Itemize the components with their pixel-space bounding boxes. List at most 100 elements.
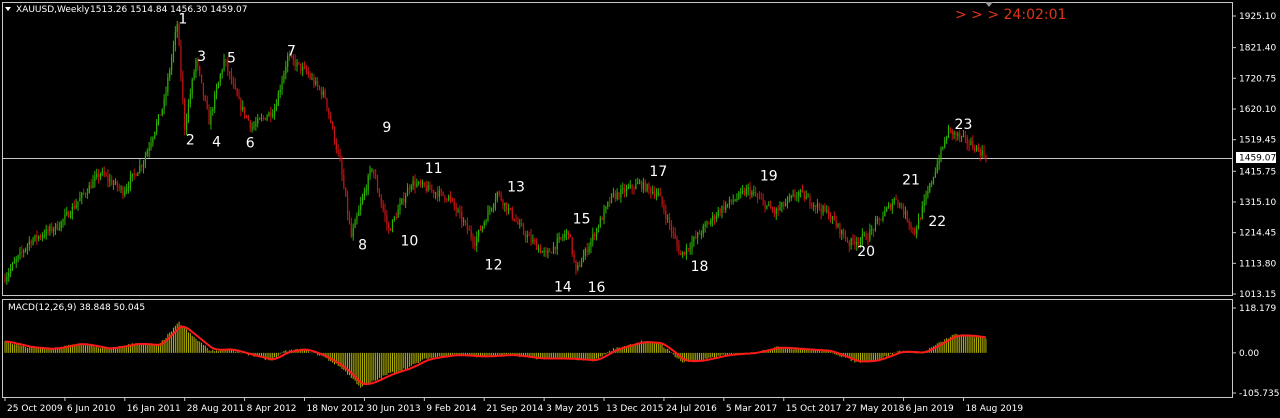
- current-price-label: 1459.07: [1239, 154, 1276, 164]
- candle-body: [635, 183, 637, 189]
- candle-body: [899, 203, 901, 205]
- candle-body: [839, 223, 841, 235]
- macd-bar: [661, 344, 663, 353]
- candle-body: [554, 246, 556, 250]
- time-tick-label: 6 Jan 2019: [906, 404, 954, 414]
- candle-body: [912, 227, 914, 229]
- macd-bar: [11, 344, 13, 353]
- candle-body: [101, 171, 103, 174]
- candle-body: [429, 184, 431, 190]
- candle-body: [96, 173, 98, 177]
- macd-bar: [139, 344, 141, 353]
- candle-body: [245, 115, 248, 117]
- candle-body: [833, 216, 835, 221]
- candle-body: [260, 117, 263, 119]
- bar-timer: > > > 24:02:01: [955, 7, 1066, 23]
- candle-body: [466, 222, 468, 230]
- time-tick-label: 28 Aug 2011: [187, 404, 245, 414]
- candle-body: [6, 276, 8, 282]
- candle-body: [758, 197, 761, 199]
- candle-body: [232, 81, 234, 84]
- candle-body: [506, 202, 508, 211]
- candle-body: [566, 231, 568, 235]
- candle-body: [348, 214, 351, 223]
- candle-body: [947, 127, 950, 138]
- candle-body: [210, 110, 212, 125]
- candle-body: [873, 229, 875, 231]
- candle-body: [483, 222, 485, 227]
- candle-body: [717, 210, 719, 216]
- candle-body: [361, 197, 364, 204]
- candle-body: [590, 240, 592, 247]
- candle-body: [386, 215, 388, 225]
- candle-body: [474, 242, 476, 246]
- candle-body: [421, 182, 424, 185]
- macd-bar: [730, 352, 732, 355]
- candle-body: [56, 223, 59, 230]
- candle-body: [412, 180, 414, 186]
- candle-body: [496, 192, 498, 200]
- chart-window[interactable]: 1234567891011121314151617181920212223 19…: [0, 0, 1280, 418]
- candle-body: [556, 239, 558, 250]
- candle-body: [150, 142, 152, 148]
- candle-body: [522, 225, 525, 234]
- macd-bar: [597, 352, 599, 359]
- candle-body: [242, 106, 244, 111]
- candle-body: [313, 78, 315, 85]
- candle-body: [455, 206, 457, 211]
- macd-bar: [365, 352, 367, 385]
- candle-body: [940, 148, 942, 162]
- candle-body: [843, 229, 845, 236]
- macd-bar: [425, 352, 427, 359]
- candle-body: [977, 146, 980, 150]
- price-tick-label: 1214.45: [1239, 229, 1276, 239]
- candle-body: [135, 173, 137, 176]
- candle-body: [783, 202, 785, 207]
- time-tick-label: 5 Mar 2017: [726, 404, 777, 414]
- candle-body: [657, 192, 659, 195]
- candle-body: [369, 169, 371, 176]
- macd-bar: [330, 352, 332, 362]
- macd-bar: [891, 352, 893, 355]
- candle-body: [161, 108, 163, 116]
- candle-body: [120, 187, 122, 189]
- macd-bar: [985, 338, 987, 353]
- candle-body: [663, 204, 665, 211]
- candle-body: [921, 206, 923, 219]
- candle-body: [163, 99, 165, 109]
- candle-body: [346, 196, 349, 215]
- macd-bar: [43, 348, 45, 353]
- candle-body: [530, 235, 532, 242]
- candle-body: [537, 247, 540, 250]
- macd-bar: [399, 352, 401, 371]
- candle-body: [423, 182, 425, 187]
- candle-body: [569, 235, 571, 238]
- candle-body: [828, 210, 830, 219]
- candle-body: [408, 188, 410, 190]
- candle-body: [676, 238, 678, 245]
- candle-body: [165, 92, 167, 100]
- candle-body: [189, 94, 191, 104]
- macd-bar: [275, 352, 277, 358]
- macd-bar: [141, 343, 143, 353]
- candle-body: [887, 204, 890, 208]
- wave-label: 10: [400, 233, 418, 249]
- candle-body: [854, 241, 856, 245]
- macd-bar: [605, 352, 607, 355]
- macd-bar: [17, 344, 19, 353]
- candle-body: [244, 106, 246, 116]
- candle-body: [841, 229, 843, 235]
- candle-body: [491, 208, 493, 210]
- macd-bar: [10, 342, 12, 353]
- macd-bar: [362, 352, 364, 387]
- macd-bar: [888, 352, 890, 357]
- candle-body: [764, 201, 766, 209]
- macd-bar: [889, 352, 891, 354]
- candle-body: [159, 114, 161, 116]
- candle-body: [479, 229, 482, 231]
- candle-body: [75, 204, 77, 209]
- candle-body: [974, 148, 976, 152]
- macd-bar: [959, 336, 961, 353]
- candle-body: [848, 241, 850, 246]
- candle-body: [859, 239, 862, 243]
